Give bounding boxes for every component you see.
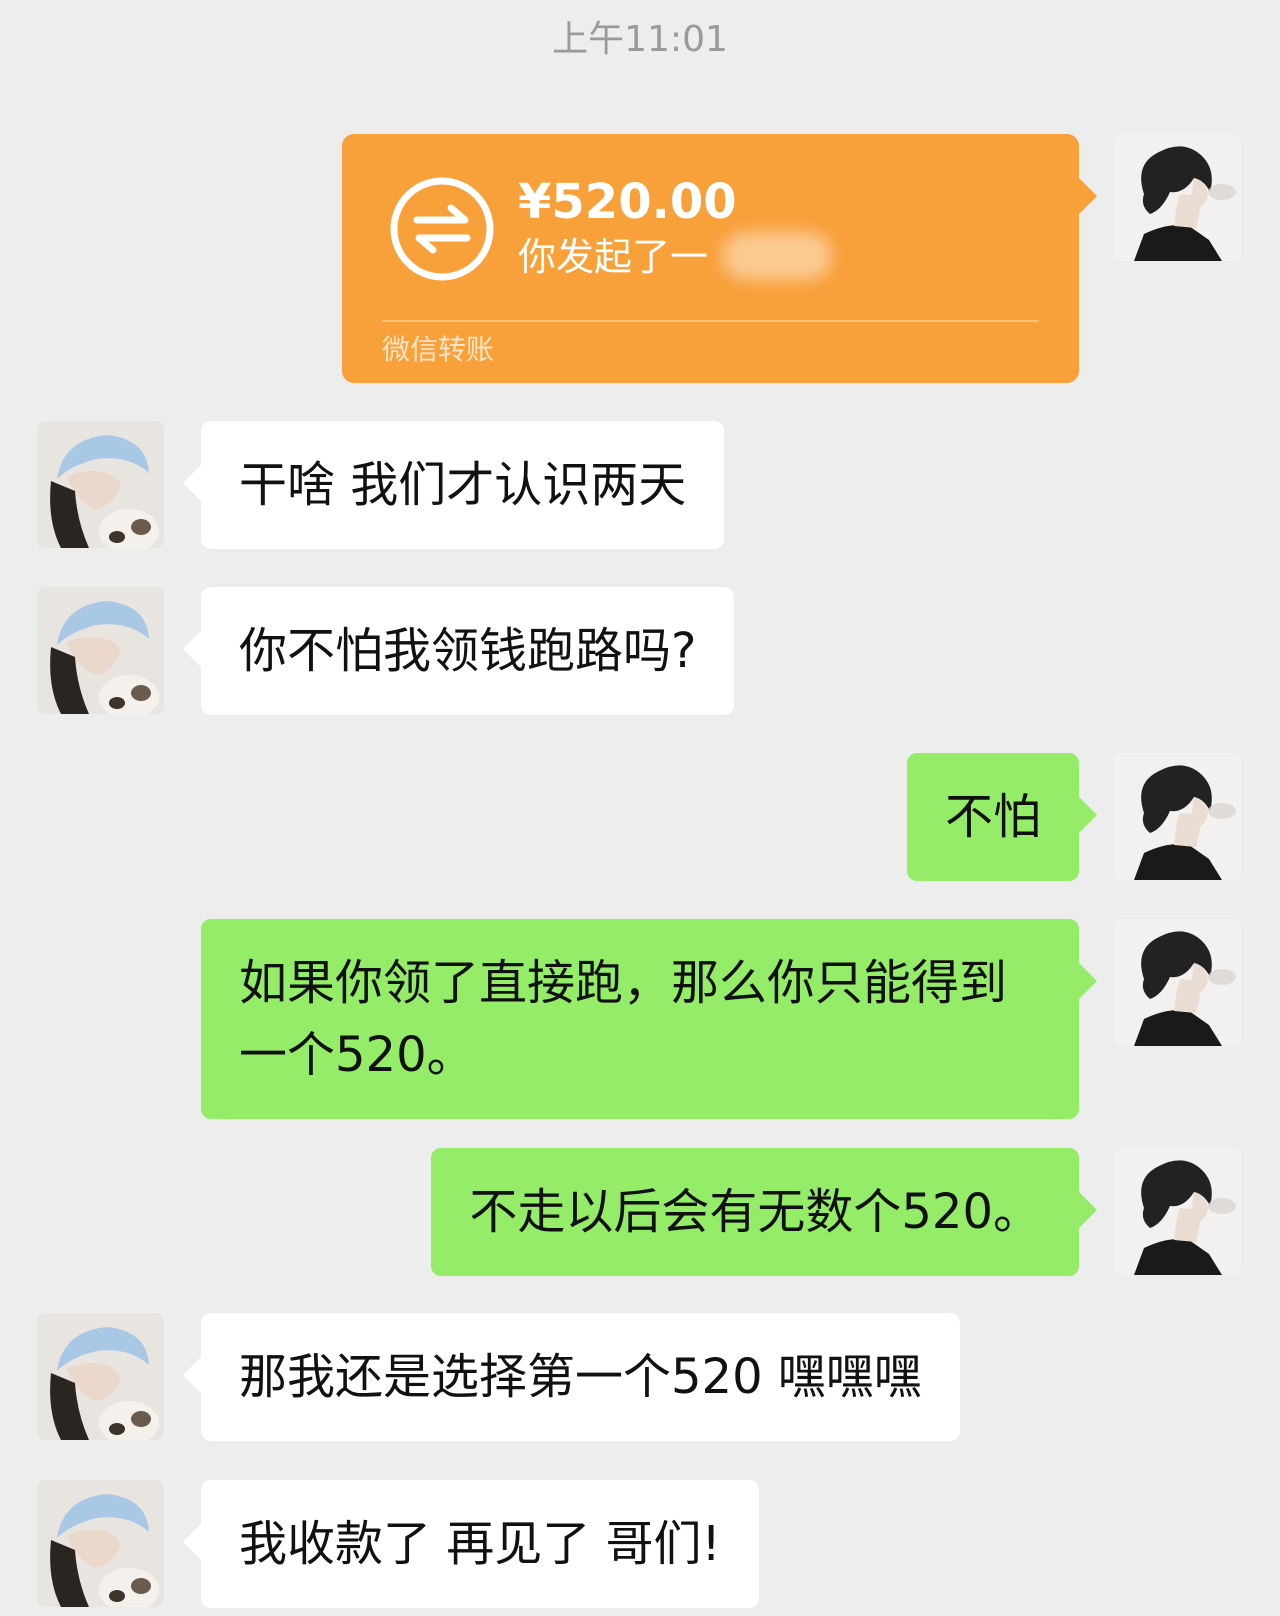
message-bubble[interactable]: 如果你领了直接跑，那么你只能得到一个520。 [201, 919, 1097, 1119]
message-text: 那我还是选择第一个520 嘿嘿嘿 [239, 1349, 922, 1405]
woman-cap-icon [37, 1480, 164, 1607]
man-profile-icon [1114, 1148, 1241, 1275]
message-text: 如果你领了直接跑，那么你只能得到一个520。 [239, 955, 1008, 1083]
blurred-text [722, 232, 832, 280]
message-bubble[interactable]: 我收款了 再见了 哥们! [183, 1480, 759, 1608]
message-bubble[interactable]: 你不怕我领钱跑路吗? [182, 587, 735, 715]
my-avatar[interactable] [1114, 753, 1241, 880]
transfer-card[interactable]: ¥520.00 你发起了一 微信转账 [342, 134, 1097, 383]
message-bubble[interactable]: 干啥 我们才认识两天 [182, 421, 725, 549]
my-avatar[interactable] [1114, 1148, 1241, 1275]
my-avatar[interactable] [1114, 919, 1241, 1046]
message-text: 不走以后会有无数个520。 [469, 1184, 1041, 1240]
message-bubble[interactable]: 不走以后会有无数个520。 [431, 1148, 1097, 1276]
man-profile-icon [1114, 919, 1241, 1046]
her-avatar[interactable] [37, 1313, 164, 1440]
man-profile-icon [1114, 753, 1241, 880]
my-avatar[interactable] [1114, 134, 1241, 261]
her-avatar[interactable] [37, 1480, 164, 1607]
chat-timestamp: 上午11:01 [552, 19, 728, 60]
woman-cap-icon [37, 587, 164, 714]
divider [382, 320, 1039, 322]
her-avatar[interactable] [37, 587, 164, 714]
her-avatar[interactable] [37, 421, 164, 548]
message-text: 你不怕我领钱跑路吗? [239, 623, 697, 679]
woman-cap-icon [37, 421, 164, 548]
transfer-description: 你发起了一 [518, 235, 709, 279]
message-text: 干啥 我们才认识两天 [239, 457, 687, 513]
message-text: 不怕 [944, 789, 1041, 845]
message-text: 我收款了 再见了 哥们! [239, 1516, 721, 1572]
message-bubble[interactable]: 那我还是选择第一个520 嘿嘿嘿 [183, 1313, 960, 1441]
transfer-footer-label: 微信转账 [382, 333, 495, 366]
man-profile-icon [1114, 134, 1241, 261]
message-bubble[interactable]: 不怕 [906, 753, 1098, 881]
woman-cap-icon [37, 1313, 164, 1440]
transfer-arrows-icon [390, 177, 494, 281]
transfer-amount: ¥520.00 [518, 174, 737, 230]
